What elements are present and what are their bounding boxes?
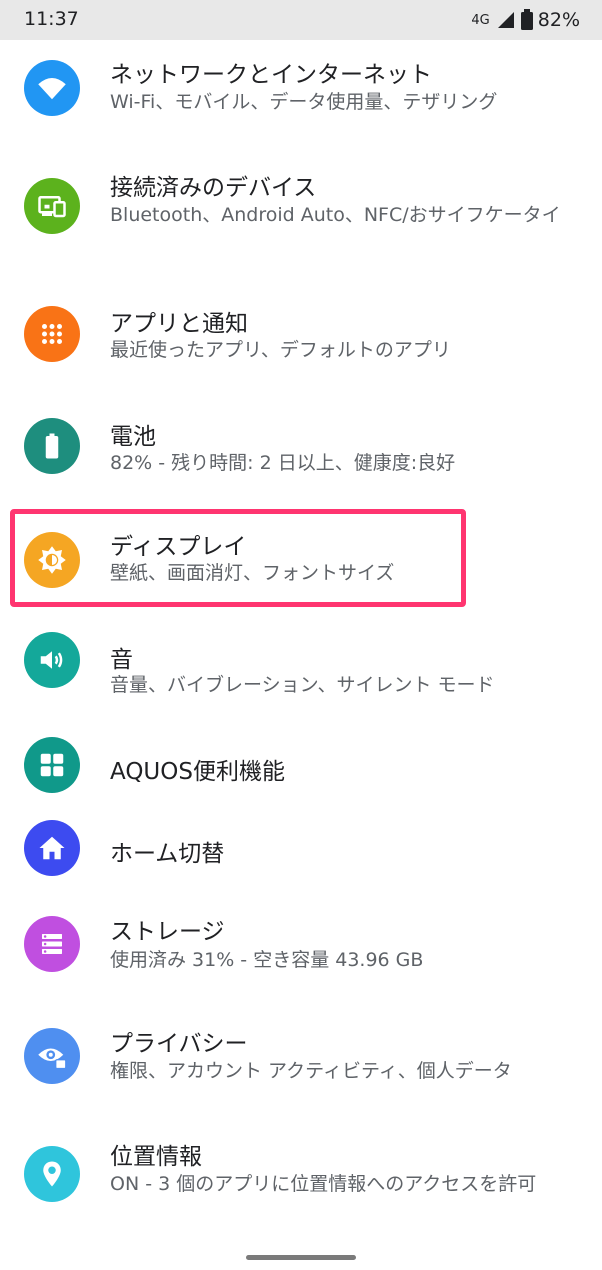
setting-title: AQUOS便利機能: [110, 759, 285, 785]
setting-sound[interactable]: 音 音量、バイブレーション、サイレント モード: [0, 612, 602, 720]
location-icon: [24, 1146, 80, 1202]
apps-icon: [24, 306, 80, 362]
setting-title: ホーム切替: [110, 841, 225, 867]
home-icon: [24, 820, 80, 876]
setting-title: アプリと通知: [110, 311, 248, 337]
gesture-nav-handle[interactable]: [246, 1255, 356, 1260]
setting-subtitle: 権限、アカウント アクティビティ、個人データ: [110, 1060, 512, 1082]
setting-display[interactable]: ディスプレイ 壁紙、画面消灯、フォントサイズ: [0, 512, 602, 612]
battery-icon: [24, 418, 80, 474]
network-type: 4G: [471, 12, 490, 28]
setting-privacy[interactable]: プライバシー 権限、アカウント アクティビティ、個人データ: [0, 1008, 602, 1132]
battery-percent: 82%: [537, 9, 580, 31]
setting-subtitle: 82% - 残り時間: 2 日以上、健康度:良好: [110, 452, 456, 474]
setting-subtitle: 使用済み 31% - 空き容量 43.96 GB: [110, 949, 424, 971]
setting-title: 音: [110, 647, 133, 673]
setting-title: ディスプレイ: [110, 534, 247, 560]
setting-title: 接続済みのデバイス: [110, 175, 317, 201]
setting-title: 位置情報: [110, 1144, 202, 1170]
status-time: 11:37: [24, 8, 79, 30]
devices-icon: [24, 178, 80, 234]
brightness-icon: [24, 532, 80, 588]
setting-title: 電池: [110, 424, 156, 450]
setting-subtitle: ON - 3 個のアプリに位置情報へのアクセスを許可: [110, 1173, 537, 1195]
setting-title: ネットワークとインターネット: [110, 62, 432, 88]
setting-subtitle: 音量、バイブレーション、サイレント モード: [110, 674, 495, 696]
setting-apps-notifications[interactable]: アプリと通知 最近使ったアプリ、デフォルトのアプリ: [0, 296, 602, 404]
signal-icon: [496, 10, 516, 30]
wifi-icon: [24, 60, 80, 116]
status-indicators: 4G 82%: [471, 7, 580, 33]
grid-icon: [24, 737, 80, 793]
setting-location[interactable]: 位置情報 ON - 3 個のアプリに位置情報へのアクセスを許可: [0, 1132, 602, 1242]
setting-connected-devices[interactable]: 接続済みのデバイス Bluetooth、Android Auto、NFC/おサイ…: [0, 156, 602, 296]
setting-aquos-features[interactable]: AQUOS便利機能: [0, 720, 602, 810]
setting-title: ストレージ: [110, 919, 225, 945]
volume-icon: [24, 632, 80, 688]
setting-subtitle: Bluetooth、Android Auto、NFC/おサイフケータイ: [110, 204, 561, 226]
storage-icon: [24, 916, 80, 972]
setting-subtitle: 最近使ったアプリ、デフォルトのアプリ: [110, 339, 451, 361]
setting-storage[interactable]: ストレージ 使用済み 31% - 空き容量 43.96 GB: [0, 892, 602, 1008]
setting-subtitle: Wi-Fi、モバイル、データ使用量、テザリング: [110, 91, 498, 113]
privacy-icon: [24, 1028, 80, 1084]
setting-network[interactable]: ネットワークとインターネット Wi-Fi、モバイル、データ使用量、テザリング: [0, 40, 602, 156]
setting-home-switch[interactable]: ホーム切替: [0, 810, 602, 892]
battery-status-icon: [520, 9, 534, 31]
setting-battery[interactable]: 電池 82% - 残り時間: 2 日以上、健康度:良好: [0, 404, 602, 512]
status-bar: 11:37 4G 82%: [0, 0, 602, 40]
setting-subtitle: 壁紙、画面消灯、フォントサイズ: [110, 562, 395, 584]
setting-title: プライバシー: [110, 1031, 248, 1057]
